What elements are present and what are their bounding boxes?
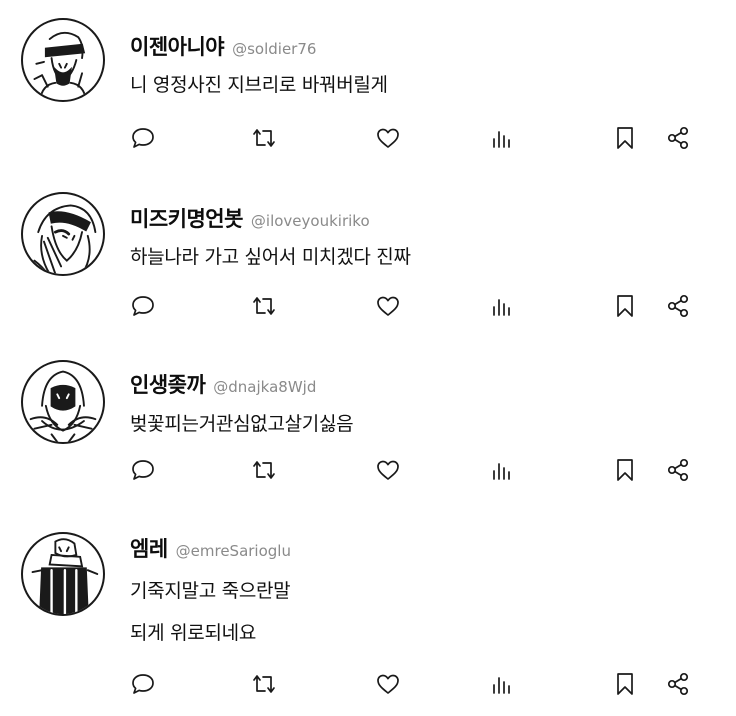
avatar-emre-image <box>31 538 99 614</box>
speech-bubble-icon <box>132 128 154 148</box>
speech-bubble-icon <box>132 296 154 316</box>
bookmark-icon <box>617 459 633 481</box>
share-button[interactable] <box>665 124 693 152</box>
avatar[interactable] <box>21 192 105 276</box>
views-button[interactable] <box>488 292 516 320</box>
views-button[interactable] <box>488 456 516 484</box>
post-text: 벚꽃피는거관심없고살기싫음 <box>130 413 354 435</box>
share-button[interactable] <box>665 292 693 320</box>
views-button[interactable] <box>488 124 516 152</box>
post-text: 되게 위로되네요 <box>130 622 257 644</box>
repost-button[interactable] <box>250 124 278 152</box>
repost-button[interactable] <box>250 456 278 484</box>
speech-bubble-icon <box>132 460 154 480</box>
display-name[interactable]: 미즈키명언봇 <box>130 207 243 231</box>
repost-arrows-icon <box>253 129 275 147</box>
bar-chart-icon <box>493 299 510 316</box>
bookmark-icon <box>617 127 633 149</box>
repost-button[interactable] <box>250 292 278 320</box>
display-name[interactable]: 엠레 <box>130 537 168 561</box>
bookmark-button[interactable] <box>611 292 639 320</box>
share-button[interactable] <box>665 456 693 484</box>
user-handle[interactable]: @iloveyoukiriko <box>251 212 370 230</box>
bookmark-button[interactable] <box>611 456 639 484</box>
speech-bubble-icon <box>132 674 154 694</box>
repost-arrows-icon <box>253 461 275 479</box>
avatar-kiriko-image <box>33 204 97 274</box>
heart-icon <box>377 296 399 316</box>
like-button[interactable] <box>374 292 402 320</box>
repost-arrows-icon <box>253 297 275 315</box>
bookmark-button[interactable] <box>611 124 639 152</box>
repost-arrows-icon <box>253 675 275 693</box>
bookmark-icon <box>617 673 633 695</box>
heart-icon <box>377 128 399 148</box>
share-icon <box>667 126 689 150</box>
avatar-reaper-image <box>29 370 97 442</box>
like-button[interactable] <box>374 124 402 152</box>
user-handle[interactable]: @emreSarioglu <box>176 542 291 560</box>
post-text: 기죽지말고 죽으란말 <box>130 580 291 602</box>
reply-button[interactable] <box>129 292 157 320</box>
share-button[interactable] <box>665 670 693 698</box>
reply-button[interactable] <box>129 670 157 698</box>
share-icon <box>667 458 689 482</box>
heart-icon <box>377 674 399 694</box>
avatar[interactable] <box>21 360 105 444</box>
bookmark-icon <box>617 295 633 317</box>
post-header: 엠레 @emreSarioglu <box>130 533 291 563</box>
share-icon <box>667 294 689 318</box>
post-header: 미즈키명언봇 @iloveyoukiriko <box>130 203 370 233</box>
display-name[interactable]: 인생좆까 <box>130 373 206 397</box>
bar-chart-icon <box>493 677 510 694</box>
reply-button[interactable] <box>129 124 157 152</box>
user-handle[interactable]: @dnajka8Wjd <box>213 378 316 396</box>
like-button[interactable] <box>374 670 402 698</box>
share-icon <box>667 672 689 696</box>
bar-chart-icon <box>493 131 510 148</box>
bar-chart-icon <box>493 463 510 480</box>
post-text: 하늘나라 가고 싶어서 미치겠다 진짜 <box>130 246 411 268</box>
post-header: 인생좆까 @dnajka8Wjd <box>130 369 316 399</box>
like-button[interactable] <box>374 456 402 484</box>
bookmark-button[interactable] <box>611 670 639 698</box>
repost-button[interactable] <box>250 670 278 698</box>
views-button[interactable] <box>488 670 516 698</box>
avatar[interactable] <box>21 532 105 616</box>
reply-button[interactable] <box>129 456 157 484</box>
heart-icon <box>377 460 399 480</box>
